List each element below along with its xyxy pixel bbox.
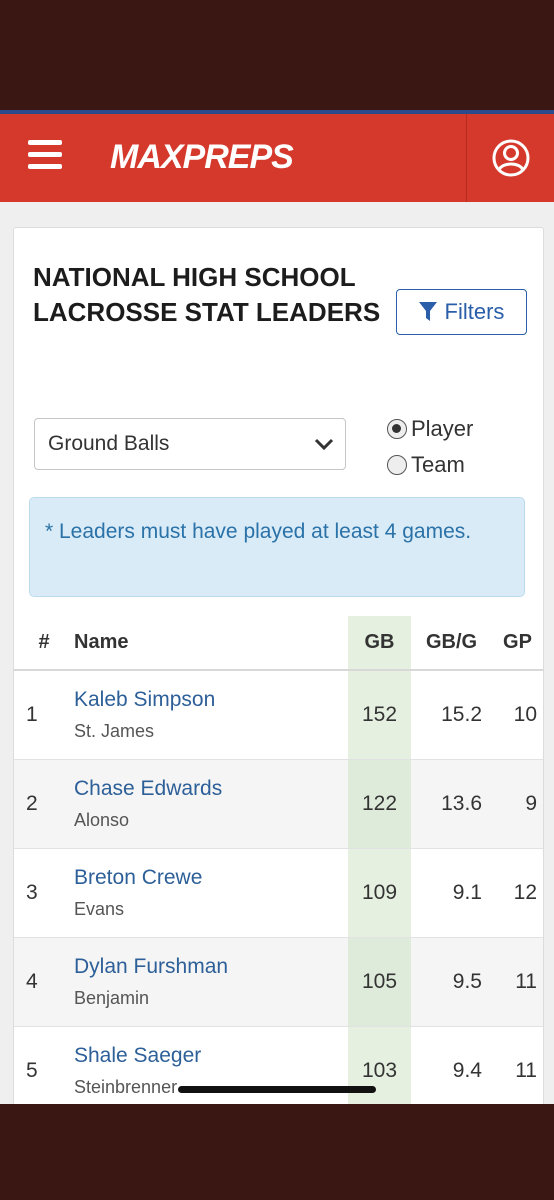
row-rank: 2 xyxy=(14,759,74,849)
table-row: 4 Dylan Furshman Benjamin 105 9.5 11 xyxy=(14,937,543,1027)
radio-player-label: Player xyxy=(411,416,474,441)
filter-icon xyxy=(418,302,437,321)
radio-team-label: Team xyxy=(411,452,465,477)
row-gbg: 15.2 xyxy=(411,670,492,760)
player-name-link[interactable]: Kaleb Simpson xyxy=(74,688,348,712)
player-school: Benjamin xyxy=(74,988,150,1008)
player-name-link[interactable]: Dylan Furshman xyxy=(74,955,348,979)
table-header-row: # Name GB GB/G GP xyxy=(14,616,543,671)
logo-text: MAXPREPS xyxy=(110,138,294,176)
row-rank: 1 xyxy=(14,670,74,760)
col-gbg-header[interactable]: GB/G xyxy=(411,616,492,671)
chevron-down-icon xyxy=(314,438,334,451)
user-icon[interactable] xyxy=(491,138,531,178)
row-gb: 152 xyxy=(348,670,411,760)
player-name-link[interactable]: Chase Edwards xyxy=(74,777,348,801)
player-name-link[interactable]: Breton Crewe xyxy=(74,866,348,890)
stat-select-value: Ground Balls xyxy=(48,432,170,455)
col-name-header[interactable]: Name xyxy=(74,616,348,671)
player-name-link[interactable]: Shale Saeger xyxy=(74,1044,348,1068)
stat-select[interactable]: Ground Balls xyxy=(34,418,346,470)
filters-button[interactable]: Filters xyxy=(396,289,527,335)
radio-player[interactable]: Player xyxy=(387,416,473,442)
player-school: Alonso xyxy=(74,810,130,830)
player-school: Evans xyxy=(74,899,125,919)
col-gb-header[interactable]: GB xyxy=(348,616,411,671)
row-gp: 11 xyxy=(492,937,543,1027)
row-gb: 105 xyxy=(348,937,411,1027)
player-school: St. James xyxy=(74,721,155,741)
row-gbg: 9.1 xyxy=(411,848,492,938)
radio-team[interactable]: Team xyxy=(387,452,465,478)
row-gp: 12 xyxy=(492,848,543,938)
site-header: MAXPREPS xyxy=(0,114,554,202)
row-gp: 10 xyxy=(492,670,543,760)
eligibility-notice: * Leaders must have played at least 4 ga… xyxy=(29,497,525,597)
row-gb: 109 xyxy=(348,848,411,938)
home-indicator[interactable] xyxy=(178,1086,376,1093)
table-row: 1 Kaleb Simpson St. James 152 15.2 10 xyxy=(14,670,543,760)
stats-table: # Name GB GB/G GP 1 Kaleb Simpson St. Jam… xyxy=(14,616,543,1105)
status-area xyxy=(0,0,554,110)
stat-leaders-card: NATIONAL HIGH SCHOOL LACROSSE STAT LEADE… xyxy=(13,227,544,1105)
col-gp-header[interactable]: GP xyxy=(492,616,543,671)
maxpreps-logo[interactable]: MAXPREPS xyxy=(110,132,294,182)
header-divider xyxy=(466,114,467,202)
bottom-area xyxy=(0,1104,554,1200)
table-row: 2 Chase Edwards Alonso 122 13.6 9 xyxy=(14,759,543,849)
filters-label: Filters xyxy=(444,299,505,324)
row-gbg: 9.4 xyxy=(411,1026,492,1105)
row-gbg: 13.6 xyxy=(411,759,492,849)
row-rank: 3 xyxy=(14,848,74,938)
page-title: NATIONAL HIGH SCHOOL LACROSSE STAT LEADE… xyxy=(33,262,381,327)
row-gbg: 9.5 xyxy=(411,937,492,1027)
col-rank-header: # xyxy=(14,616,74,671)
row-gb: 103 xyxy=(348,1026,411,1105)
table-row: 3 Breton Crewe Evans 109 9.1 12 xyxy=(14,848,543,938)
row-gb: 122 xyxy=(348,759,411,849)
radio-player-circle[interactable] xyxy=(387,419,407,439)
table-row: 5 Shale Saeger Steinbrenner 103 9.4 11 xyxy=(14,1026,543,1105)
row-rank: 5 xyxy=(14,1026,74,1105)
radio-team-circle[interactable] xyxy=(387,455,407,475)
row-gp: 11 xyxy=(492,1026,543,1105)
hamburger-icon[interactable] xyxy=(26,140,64,176)
row-rank: 4 xyxy=(14,937,74,1027)
row-gp: 9 xyxy=(492,759,543,849)
